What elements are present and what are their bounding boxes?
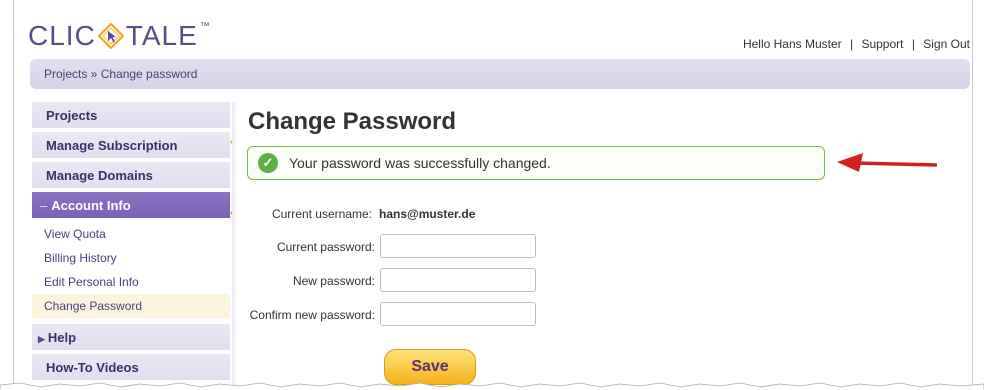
breadcrumb[interactable]: Projects » Change password	[44, 67, 197, 81]
sidebar-item-label: Account Info	[51, 198, 131, 213]
confirm-password-input[interactable]	[380, 302, 536, 326]
collapse-dash-icon: –	[40, 198, 48, 213]
torn-edge-decoration	[0, 382, 984, 390]
clicktale-logo[interactable]: CLIC TALE ™	[28, 20, 211, 52]
sidebar-subitem-view-quota[interactable]: View Quota	[32, 222, 230, 246]
current-password-input[interactable]	[380, 234, 536, 258]
sidebar-divider	[232, 102, 236, 390]
check-circle-icon: ✓	[258, 153, 278, 173]
logo-text-right: TALE	[125, 20, 198, 51]
trademark: ™	[199, 20, 211, 32]
separator: |	[849, 37, 854, 51]
sidebar: Projects Manage Subscription Manage Doma…	[32, 102, 230, 384]
sidebar-item-help[interactable]: ▶ Help	[32, 324, 230, 350]
username-label: Current username:	[271, 207, 372, 221]
diamond-cursor-icon	[97, 23, 124, 49]
sidebar-subitem-change-password[interactable]: Change Password	[32, 294, 230, 318]
support-link[interactable]: Support	[861, 37, 903, 51]
confirm-password-label: Confirm new password:	[249, 308, 375, 322]
alert-message: Your password was successfully changed.	[289, 155, 551, 171]
new-password-input[interactable]	[380, 268, 536, 292]
new-password-label: New password:	[292, 274, 375, 288]
sidebar-item-projects[interactable]: Projects	[32, 102, 230, 128]
triangle-right-icon: ▶	[38, 334, 45, 344]
sidebar-item-manage-domains[interactable]: Manage Domains	[32, 162, 230, 188]
sidebar-item-howto-videos[interactable]: How-To Videos	[32, 354, 230, 380]
sidebar-subitem-billing-history[interactable]: Billing History	[32, 246, 230, 270]
sidebar-subitem-edit-personal-info[interactable]: Edit Personal Info	[32, 270, 230, 294]
logo-text-left: CLIC	[28, 20, 96, 51]
current-password-label: Current password:	[276, 240, 375, 254]
sidebar-item-manage-subscription[interactable]: Manage Subscription	[32, 132, 230, 158]
page-title: Change Password	[248, 108, 457, 135]
breadcrumb-bar: Projects » Change password	[30, 59, 970, 89]
username-value: hans@muster.de	[379, 207, 476, 221]
sidebar-item-account-info[interactable]: – Account Info	[32, 192, 230, 218]
save-button[interactable]: Save	[384, 349, 476, 385]
separator: |	[911, 37, 915, 51]
red-arrow-icon	[837, 153, 938, 172]
sidebar-item-label: Help	[47, 330, 77, 345]
sign-out-link[interactable]: Sign Out	[923, 37, 970, 51]
user-bar: Hello Hans Muster | Support | Sign Out	[743, 37, 970, 51]
greeting: Hello Hans Muster	[742, 37, 842, 51]
success-alert: ✓ Your password was successfully changed…	[247, 146, 825, 180]
